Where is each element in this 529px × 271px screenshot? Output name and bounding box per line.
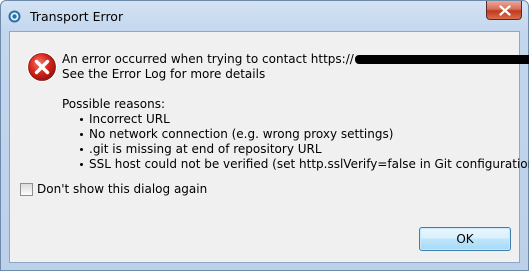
ok-button[interactable]: OK <box>419 227 511 251</box>
reason-item: .git is missing at end of repository URL <box>62 142 529 157</box>
dont-show-again-checkbox[interactable] <box>20 183 33 196</box>
reasons-heading: Possible reasons: <box>62 97 166 111</box>
error-message-line-1: An error occurred when trying to contact… <box>62 52 529 67</box>
reasons-list: Incorrect URL No network connection (e.g… <box>62 112 529 172</box>
eclipse-app-icon <box>8 10 21 23</box>
window-title: Transport Error <box>30 9 124 24</box>
error-log-hint: See the Error Log for more details <box>62 67 266 81</box>
dialog-body: An error occurred when trying to contact… <box>9 31 529 263</box>
error-message: An error occurred when trying to contact… <box>62 52 529 82</box>
reason-item: No network connection (e.g. wrong proxy … <box>62 127 529 142</box>
redacted-url <box>354 55 529 64</box>
dont-show-again-label[interactable]: Don't show this dialog again <box>37 182 207 197</box>
close-icon <box>499 5 511 16</box>
close-button[interactable] <box>486 1 522 20</box>
reason-item: SSL host could not be verified (set http… <box>62 157 529 172</box>
error-icon <box>26 51 58 83</box>
title-bar[interactable]: Transport Error <box>1 1 528 31</box>
dialog-window: Transport Error An error occurred when t… <box>0 0 529 271</box>
possible-reasons: Possible reasons: Incorrect URL No netwo… <box>62 97 529 172</box>
reason-item: Incorrect URL <box>62 112 529 127</box>
error-message-text: An error occurred when trying to contact… <box>62 52 354 66</box>
